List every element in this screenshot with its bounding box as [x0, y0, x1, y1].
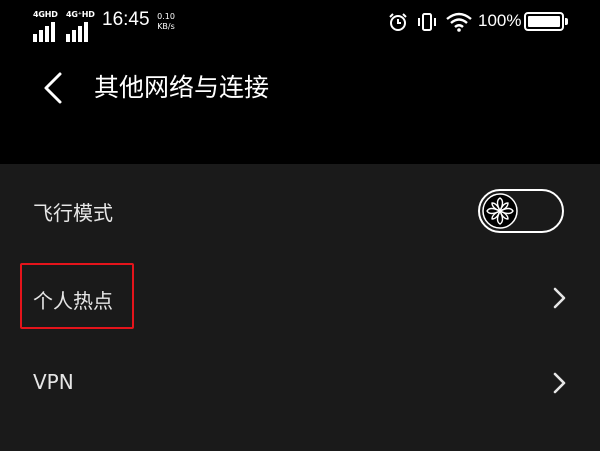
status-bar: 4GHD 4G⁺HD 16:45 0.10 KB/s 100% [0, 0, 600, 44]
vpn-label: VPN [33, 370, 74, 394]
page-header [0, 44, 600, 164]
back-button[interactable] [36, 66, 72, 110]
net-speed-unit: KB/s [157, 22, 175, 31]
net-speed-value: 0.10 [157, 12, 175, 21]
net-speed: 0.10 KB/s [154, 12, 178, 32]
chevron-right-icon [553, 372, 566, 394]
airplane-mode-label: 飞行模式 [33, 201, 113, 225]
vibrate-icon [418, 13, 436, 31]
wifi-icon [446, 12, 472, 32]
signal-bars-icon [33, 22, 55, 42]
airplane-mode-toggle[interactable] [478, 189, 564, 233]
battery-icon [524, 12, 564, 31]
chevron-left-icon [44, 72, 62, 104]
battery-tip [565, 18, 568, 25]
sim1-network-label: 4GHD [33, 10, 58, 19]
flower-knob-icon [482, 193, 518, 229]
vpn-row[interactable]: VPN [0, 341, 600, 427]
alarm-icon [389, 13, 407, 31]
highlight-box [20, 263, 134, 329]
status-time: 16:45 [102, 9, 150, 30]
airplane-mode-row[interactable]: 飞行模式 [0, 164, 600, 250]
sim2-network-label: 4G⁺HD [66, 10, 95, 19]
signal-bars-icon [66, 22, 88, 42]
battery-percent: 100% [478, 11, 522, 30]
page-title: 其他网络与连接 [94, 73, 270, 102]
chevron-right-icon [553, 287, 566, 309]
